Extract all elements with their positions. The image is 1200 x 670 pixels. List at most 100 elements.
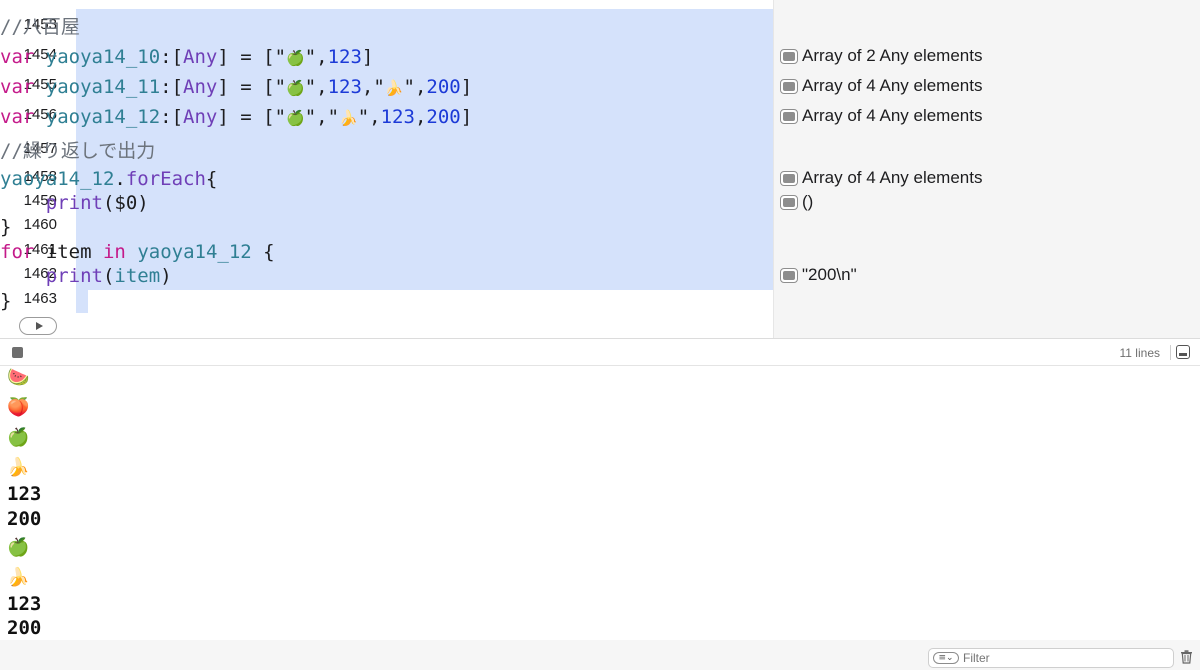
code-token: ($0)	[102, 192, 149, 214]
filter-options-icon[interactable]: ≡⌄	[933, 652, 959, 664]
code-token: :[	[160, 106, 184, 128]
filter-input[interactable]	[963, 651, 1163, 665]
emoji-glyph: 🍏	[286, 79, 305, 97]
quick-look-icon[interactable]	[780, 267, 798, 283]
code-token: {	[251, 241, 275, 263]
code-token: ,"	[361, 76, 385, 98]
code-token: ",	[403, 76, 427, 98]
code-token: Any	[183, 46, 218, 68]
code-token: (	[102, 265, 115, 287]
code-token: print	[45, 192, 103, 214]
quick-look-icon[interactable]	[780, 48, 798, 64]
console-line: 🍌	[7, 456, 29, 479]
result-text: Array of 4 Any elements	[802, 106, 983, 125]
console-output: 🍉 🍑 🍏 🍌 123 200 🍏 🍌 123 200	[0, 366, 1200, 640]
code-token: 123	[380, 106, 415, 128]
code-token: :[	[160, 46, 184, 68]
emoji-glyph: 🍏	[286, 109, 305, 127]
code-token: 200	[426, 76, 461, 98]
console-line: 🍉	[7, 366, 29, 389]
code-token: ","	[304, 106, 340, 128]
code-token: //八百屋	[0, 16, 80, 38]
code-line[interactable]: //八百屋	[0, 16, 80, 38]
console-text: 🍑	[7, 397, 30, 418]
code-token: 200	[426, 106, 461, 128]
code-token: print	[45, 265, 103, 287]
filter-field[interactable]: ≡⌄	[928, 648, 1174, 668]
code-token: item	[34, 241, 103, 263]
result-text: Array of 4 Any elements	[802, 76, 983, 95]
result-item: Array of 4 Any elements	[780, 106, 982, 126]
code-token: ] = ["	[217, 46, 287, 68]
code-line[interactable]: yaoya14_12.forEach{	[0, 168, 217, 190]
console-line: 🍑	[7, 396, 29, 419]
selection-highlight-tail	[76, 290, 88, 313]
code-token: ]	[460, 106, 473, 128]
code-token: ]	[460, 76, 473, 98]
code-line[interactable]: var yaoya14_10:[Any] = ["🍏",123]	[0, 46, 373, 69]
console-line: 123	[7, 483, 41, 505]
code-token: yaoya14_10	[45, 46, 161, 68]
run-button[interactable]	[19, 317, 57, 335]
line-count-label: 11 lines	[1119, 346, 1160, 360]
code-token: forEach	[125, 168, 206, 190]
code-token: Any	[183, 76, 218, 98]
code-line[interactable]: var yaoya14_11:[Any] = ["🍏",123,"🍌",200]	[0, 76, 472, 99]
code-token: ] = ["	[217, 106, 287, 128]
code-line[interactable]: for item in yaoya14_12 {	[0, 241, 275, 263]
console-text: 🍌	[7, 567, 30, 588]
code-token: var	[0, 46, 46, 68]
quick-look-icon[interactable]	[780, 194, 798, 210]
trash-icon[interactable]	[1180, 650, 1193, 664]
code-token: :[	[160, 76, 184, 98]
quick-look-icon[interactable]	[780, 170, 798, 186]
code-token: Any	[183, 106, 218, 128]
code-token: var	[0, 76, 46, 98]
code-token: ]	[361, 46, 374, 68]
code-token: )	[160, 265, 172, 287]
console-text: 🍏	[7, 427, 30, 448]
code-token: in	[102, 241, 126, 263]
console-line: 123	[7, 593, 41, 615]
result-text: ()	[802, 192, 814, 211]
quick-look-icon[interactable]	[780, 108, 798, 124]
code-token: for	[0, 241, 35, 263]
result-item: "200\n"	[780, 265, 857, 285]
quick-look-icon[interactable]	[780, 78, 798, 94]
console-line: 200	[7, 508, 41, 530]
console-toolbar: 11 lines	[0, 338, 1200, 366]
console-text: 🍉	[7, 367, 30, 388]
code-token: yaoya14_12	[137, 241, 252, 263]
console-text: 123	[7, 483, 42, 505]
console-text: 200	[7, 617, 42, 639]
stop-button[interactable]	[12, 347, 23, 358]
code-token: ",	[304, 46, 328, 68]
toolbar-divider	[1170, 345, 1171, 360]
code-line[interactable]: print($0)	[0, 192, 149, 214]
code-token: var	[0, 106, 46, 128]
result-text: Array of 4 Any elements	[802, 168, 983, 187]
emoji-glyph: 🍌	[384, 79, 404, 97]
code-token: .	[114, 168, 126, 190]
code-line[interactable]: }	[0, 216, 11, 238]
console-text: 🍏	[7, 537, 30, 558]
code-token: ",	[357, 106, 381, 128]
code-token: item	[114, 265, 161, 287]
code-editor[interactable]: 1453 1454 1455 1456 1457 1458 1459 1460 1461 1462…	[0, 0, 773, 338]
emoji-glyph: 🍌	[339, 109, 358, 127]
code-token: yaoya14_12	[45, 106, 161, 128]
code-line[interactable]: print(item)	[0, 265, 172, 287]
code-token: ,	[414, 106, 427, 128]
results-sidebar: Array of 2 Any elements Array of 4 Any el…	[773, 0, 1200, 338]
toggle-console-icon[interactable]	[1176, 345, 1190, 359]
code-line[interactable]: }	[0, 290, 11, 312]
code-token: }	[0, 216, 12, 238]
footer-bar: ≡⌄	[0, 640, 1200, 670]
code-line[interactable]: //繰り返しで出力	[0, 140, 155, 162]
code-line[interactable]: var yaoya14_12:[Any] = ["🍏","🍌",123,200]	[0, 106, 472, 129]
code-token: yaoya14_12	[0, 168, 115, 190]
console-line: 🍏	[7, 536, 29, 559]
